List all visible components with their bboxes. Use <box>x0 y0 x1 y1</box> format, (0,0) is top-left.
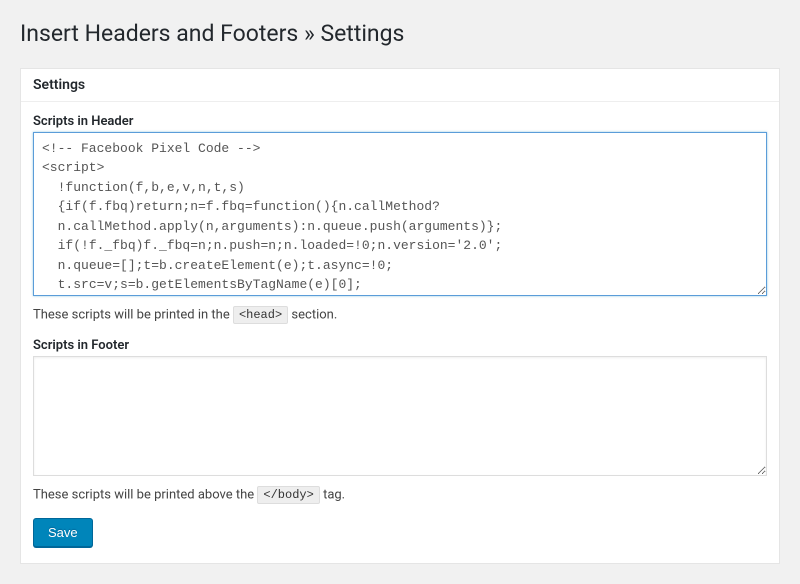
header-scripts-textarea[interactable] <box>33 132 767 296</box>
header-scripts-label: Scripts in Header <box>33 114 767 129</box>
header-desc-code: <head> <box>233 306 288 324</box>
header-scripts-description: These scripts will be printed in the <he… <box>33 306 767 324</box>
header-scripts-field: Scripts in Header These scripts will be … <box>33 114 767 324</box>
save-button[interactable]: Save <box>33 518 93 547</box>
footer-scripts-description: These scripts will be printed above the … <box>33 486 767 504</box>
footer-scripts-textarea[interactable] <box>33 356 767 476</box>
panel-header: Settings <box>21 69 779 102</box>
page-title: Insert Headers and Footers » Settings <box>20 10 780 53</box>
settings-panel: Settings Scripts in Header These scripts… <box>20 68 780 564</box>
page-wrap: Insert Headers and Footers » Settings Se… <box>0 0 800 584</box>
footer-scripts-field: Scripts in Footer These scripts will be … <box>33 338 767 504</box>
header-desc-prefix: These scripts will be printed in the <box>33 307 233 322</box>
footer-scripts-label: Scripts in Footer <box>33 338 767 353</box>
panel-body: Scripts in Header These scripts will be … <box>21 102 779 563</box>
footer-desc-code: </body> <box>257 486 319 504</box>
header-desc-suffix: section. <box>291 307 337 322</box>
footer-desc-prefix: These scripts will be printed above the <box>33 487 257 502</box>
panel-heading: Settings <box>33 77 767 93</box>
footer-desc-suffix: tag. <box>323 487 345 502</box>
